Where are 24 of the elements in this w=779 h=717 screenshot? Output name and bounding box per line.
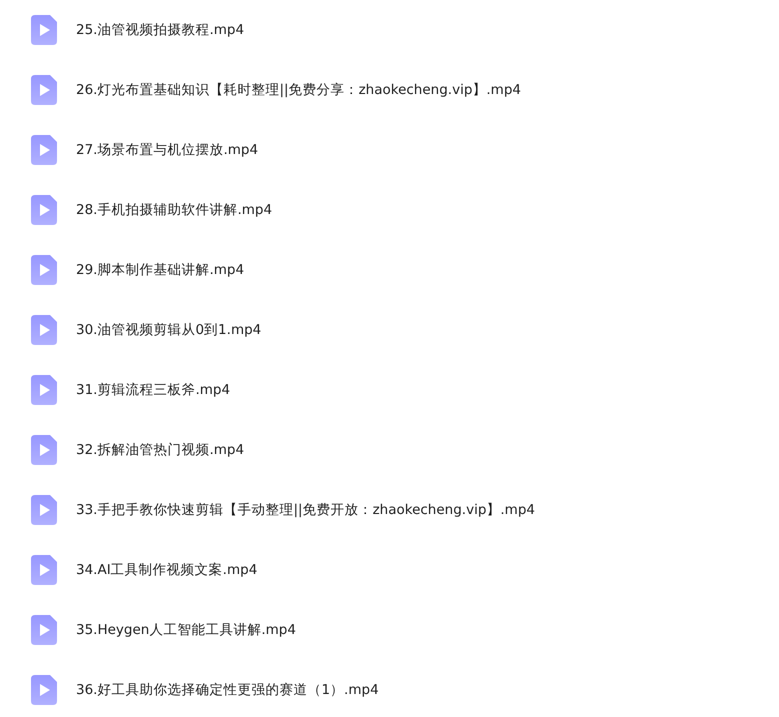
- video-file-icon: [31, 75, 57, 105]
- file-name[interactable]: 29.脚本制作基础讲解.mp4: [76, 260, 244, 280]
- file-name[interactable]: 28.手机拍摄辅助软件讲解.mp4: [76, 200, 272, 220]
- file-name[interactable]: 30.油管视频剪辑从0到1.mp4: [76, 320, 262, 340]
- file-name[interactable]: 31.剪辑流程三板斧.mp4: [76, 380, 230, 400]
- video-file-icon: [31, 255, 57, 285]
- video-file-icon: [31, 375, 57, 405]
- file-name[interactable]: 32.拆解油管热门视频.mp4: [76, 440, 244, 460]
- video-file-icon: [31, 675, 57, 705]
- video-file-icon: [31, 615, 57, 645]
- file-name[interactable]: 26.灯光布置基础知识【耗时整理||免费分享：zhaokecheng.vip】.mp4: [76, 80, 521, 100]
- video-file-icon: [31, 15, 57, 45]
- file-name[interactable]: 36.好工具助你选择确定性更强的赛道（1）.mp4: [76, 680, 379, 700]
- video-file-icon: [31, 435, 57, 465]
- video-file-icon: [31, 315, 57, 345]
- video-file-icon: [31, 195, 57, 225]
- file-name[interactable]: 25.油管视频拍摄教程.mp4: [76, 20, 244, 40]
- file-name[interactable]: 34.AI工具制作视频文案.mp4: [76, 560, 258, 580]
- video-file-icon: [31, 135, 57, 165]
- file-name[interactable]: 27.场景布置与机位摆放.mp4: [76, 140, 258, 160]
- video-file-icon: [31, 555, 57, 585]
- file-name[interactable]: 33.手把手教你快速剪辑【手动整理||免费开放：zhaokecheng.vip】.mp4: [76, 500, 535, 520]
- video-file-icon: [31, 495, 57, 525]
- file-name[interactable]: 35.Heygen人工智能工具讲解.mp4: [76, 620, 296, 640]
